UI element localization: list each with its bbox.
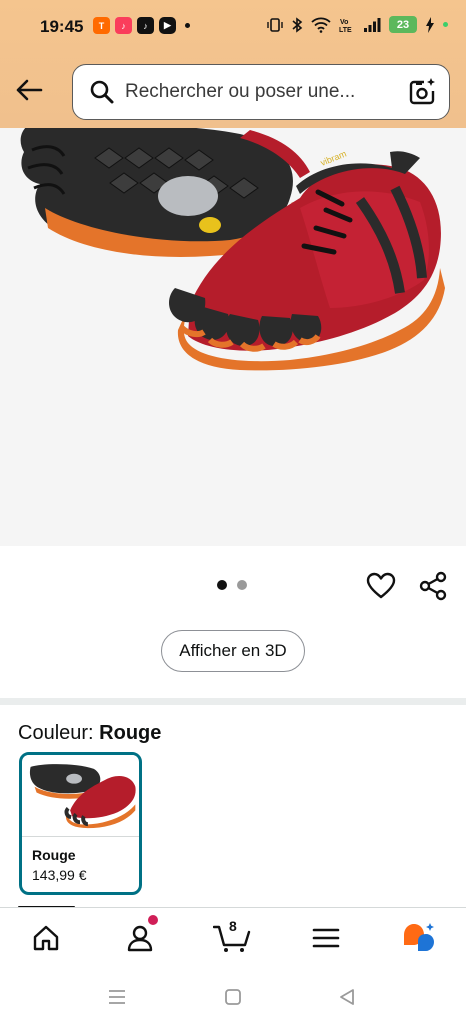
more-notifications-icon: [185, 23, 190, 28]
product-image-carousel[interactable]: vibram: [0, 128, 466, 546]
nav-rufus[interactable]: [400, 920, 436, 956]
swatch-image: [22, 755, 139, 837]
charging-icon: [426, 16, 434, 33]
tiktok-icon: ♪: [137, 17, 154, 34]
rufus-icon: [404, 923, 434, 951]
section-divider: [0, 698, 466, 705]
bottom-nav: 8: [0, 907, 466, 967]
menu-icon: [312, 928, 340, 948]
home-icon: [33, 925, 59, 951]
recent-apps-button[interactable]: [106, 986, 128, 1008]
view-3d-button[interactable]: Afficher en 3D: [161, 630, 305, 672]
swatch-price: 143,99 €: [32, 867, 87, 883]
color-swatch-rouge[interactable]: Rouge 143,99 €: [19, 752, 142, 895]
color-selected-value: Rouge: [99, 722, 162, 744]
svg-text:LTE: LTE: [339, 27, 352, 33]
cart-count: 8: [229, 918, 237, 934]
nav-cart[interactable]: 8: [212, 918, 252, 956]
home-system-button[interactable]: [222, 986, 244, 1008]
svg-text:Vo: Vo: [340, 19, 348, 26]
carousel-dot[interactable]: [237, 580, 247, 590]
signal-icon: [364, 17, 381, 32]
product-image: vibram: [20, 128, 445, 371]
color-label-text: Couleur:: [18, 722, 94, 744]
volte-icon: VoLTE: [339, 19, 352, 33]
account-icon: [127, 925, 153, 952]
status-bar: 19:45 T ♪ ♪ ▶ Vo LTE 23: [0, 0, 466, 54]
nav-menu[interactable]: [308, 920, 344, 956]
heart-icon: [366, 572, 396, 599]
youtube-icon: ▶: [159, 17, 176, 34]
search-bar[interactable]: [72, 64, 450, 120]
camera-search-icon[interactable]: [407, 77, 437, 107]
search-icon: [90, 80, 114, 104]
back-triangle-icon: [340, 989, 354, 1005]
system-icons: Vo LTE 23: [267, 16, 448, 33]
recent-apps-icon: [109, 990, 125, 1004]
notification-icons: T ♪ ♪ ▶: [93, 17, 190, 34]
arrow-left-icon: [16, 79, 43, 101]
search-input[interactable]: [125, 81, 387, 103]
nav-account[interactable]: [122, 920, 158, 956]
color-label: Couleur: Rouge: [18, 722, 161, 745]
carousel-dot-active[interactable]: [217, 580, 227, 590]
share-button[interactable]: [418, 571, 448, 601]
privacy-dot: [443, 22, 448, 27]
home-square-icon: [225, 989, 241, 1005]
wifi-icon: [311, 17, 331, 33]
bluetooth-icon: [292, 16, 303, 33]
status-time: 19:45: [40, 17, 84, 36]
share-icon: [419, 571, 447, 601]
wishlist-button[interactable]: [366, 571, 396, 601]
nav-home[interactable]: [28, 920, 64, 956]
swatch-color-name: Rouge: [32, 847, 76, 863]
back-button[interactable]: [14, 75, 44, 105]
music-icon: ♪: [115, 17, 132, 34]
back-system-button[interactable]: [336, 986, 358, 1008]
system-navigation-bar: [0, 967, 466, 1024]
carousel-indicator: [217, 580, 247, 590]
account-notification-badge: [148, 915, 158, 925]
vibrate-icon: [267, 17, 283, 32]
app-header: 19:45 T ♪ ♪ ▶ Vo LTE 23: [0, 0, 466, 128]
temu-icon: T: [93, 17, 110, 34]
battery-icon: 23: [389, 16, 417, 33]
